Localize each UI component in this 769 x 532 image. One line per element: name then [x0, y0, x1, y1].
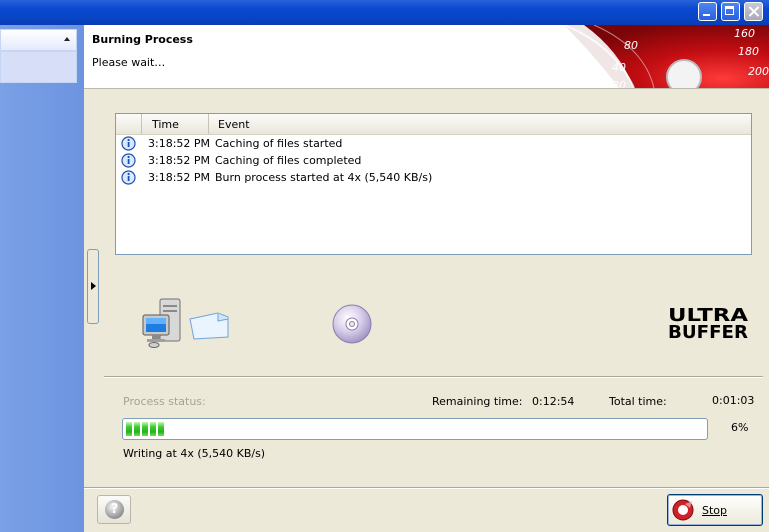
info-icon [121, 136, 136, 151]
remaining-time-label: Remaining time: [432, 395, 523, 408]
info-icon [121, 170, 136, 185]
side-panel-body [0, 51, 77, 83]
header-banner: Burning Process Please wait… 160 180 80 … [84, 25, 769, 89]
gauge-label: 160 [734, 27, 755, 40]
burn-progress-bar [122, 418, 708, 440]
log-row[interactable]: 3:18:52 PM Caching of files completed [116, 152, 751, 169]
progress-block [134, 422, 140, 436]
computer-icon [142, 298, 181, 348]
gauge-label: 40 [612, 61, 626, 74]
log-row[interactable]: 3:18:52 PM Caching of files started [116, 135, 751, 152]
page-subtitle: Please wait… [92, 56, 166, 69]
icon-column-header[interactable] [116, 114, 141, 134]
progress-block [126, 422, 132, 436]
time-column-header[interactable]: Time [141, 114, 208, 134]
total-time-label: Total time: [609, 395, 667, 408]
writing-speed-text: Writing at 4x (5,540 KB/s) [123, 447, 266, 460]
gauge-label: 20 [612, 79, 626, 88]
log-row[interactable]: 3:18:52 PM Burn process started at 4x (5… [116, 169, 751, 186]
logo-line2: BUFFER [668, 322, 748, 341]
collapse-arrow-icon[interactable] [64, 37, 70, 41]
event-column-header[interactable]: Event [208, 114, 750, 134]
speedometer-graphic: 160 180 80 40 20 200 [563, 25, 769, 88]
minimize-button[interactable] [698, 2, 717, 21]
log-time: 3:18:52 PM [148, 154, 211, 167]
footer-divider [84, 487, 769, 489]
help-icon: ? [105, 500, 124, 519]
progress-block [158, 422, 164, 436]
gauge-label: 200 [748, 65, 769, 78]
progress-percent: 6% [731, 421, 749, 434]
pane-toggle-button[interactable] [87, 249, 99, 324]
progress-block [150, 422, 156, 436]
log-time: 3:18:52 PM [148, 171, 211, 184]
disc-icon [332, 304, 372, 344]
log-event: Caching of files completed [215, 154, 362, 167]
log-time: 3:18:52 PM [148, 137, 211, 150]
event-log-list[interactable]: Time Event 3:18:52 PM Caching of files s… [115, 113, 752, 255]
section-divider [104, 376, 763, 378]
help-button[interactable]: ? [97, 495, 131, 524]
log-event: Caching of files started [215, 137, 343, 150]
stop-icon [672, 499, 694, 521]
remaining-time-value: 0:12:54 [532, 395, 575, 408]
side-panel-header[interactable] [0, 29, 77, 51]
ultrabuffer-logo: ULTRA BUFFER [668, 305, 748, 341]
progress-fill [126, 422, 166, 436]
side-pane [0, 25, 84, 532]
stop-label: Stop [702, 504, 728, 517]
gauge-label: 180 [738, 45, 759, 58]
info-icon [121, 153, 136, 168]
close-button[interactable] [744, 2, 763, 21]
window-title-bar [0, 0, 769, 25]
progress-block [142, 422, 148, 436]
total-time-value: 0:01:03 [712, 394, 755, 407]
page-title: Burning Process [92, 33, 193, 46]
log-event: Burn process started at 4x (5,540 KB/s) [215, 171, 433, 184]
gauge-label: 80 [624, 39, 638, 52]
maximize-button[interactable] [721, 2, 740, 21]
file-transfer-icon [189, 312, 229, 340]
log-header: Time Event [116, 114, 751, 135]
process-status-label: Process status: [123, 395, 206, 408]
stop-button[interactable]: Stop [667, 494, 763, 526]
